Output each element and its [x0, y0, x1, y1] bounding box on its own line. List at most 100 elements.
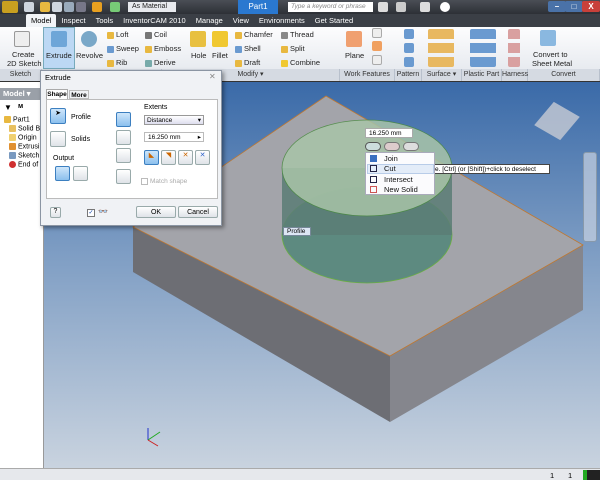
- tab-inventorcam[interactable]: InventorCAM 2010: [118, 14, 191, 27]
- tree-item-solid-bodies[interactable]: Solid B: [9, 125, 40, 132]
- emboss-button[interactable]: Emboss: [145, 44, 181, 53]
- intersect-button[interactable]: [116, 148, 131, 163]
- ok-button[interactable]: OK: [136, 206, 176, 218]
- tools-icon[interactable]: [396, 2, 406, 12]
- thread-button[interactable]: Thread: [281, 30, 314, 39]
- redo-icon[interactable]: [76, 2, 86, 12]
- restore-button[interactable]: □: [565, 1, 583, 12]
- shell-button[interactable]: Shell: [235, 44, 261, 53]
- harness-icons[interactable]: [508, 29, 520, 67]
- direction-dropdown[interactable]: [384, 142, 400, 151]
- tab-inspect[interactable]: Inspect: [56, 14, 90, 27]
- menu-item-new-solid[interactable]: New Solid: [384, 185, 418, 194]
- cancel-button[interactable]: Cancel: [178, 206, 218, 218]
- tab-view[interactable]: View: [228, 14, 254, 27]
- surface-icons[interactable]: [428, 29, 454, 67]
- binoculars-icon[interactable]: [378, 2, 388, 12]
- match-shape-checkbox[interactable]: [141, 178, 148, 185]
- filter-icon[interactable]: ▼: [4, 103, 12, 112]
- sweep-button[interactable]: Sweep: [107, 44, 139, 53]
- distance-field[interactable]: 16.250 mm ▸: [144, 132, 204, 142]
- tree-item-extrusion[interactable]: Extrusi: [9, 143, 39, 150]
- create-2d-sketch-label-2[interactable]: 2D Sketch: [7, 59, 42, 68]
- app-menu-button[interactable]: [2, 1, 18, 13]
- save-icon[interactable]: [52, 2, 62, 12]
- extents-dropdown[interactable]: [403, 142, 419, 151]
- ucs-icon[interactable]: [372, 55, 382, 65]
- revolve-icon[interactable]: [81, 31, 97, 47]
- panel-surface[interactable]: Surface ▾: [422, 69, 462, 81]
- fillet-label[interactable]: Fillet: [212, 51, 228, 60]
- convert-sheet-metal-icon[interactable]: [540, 30, 556, 46]
- loft-button[interactable]: Loft: [107, 30, 129, 39]
- split-button[interactable]: Split: [281, 44, 305, 53]
- close-button[interactable]: X: [582, 1, 600, 12]
- new-solid-button[interactable]: [116, 169, 131, 184]
- plane-icon[interactable]: [346, 31, 362, 47]
- asymmetric-button[interactable]: ✕: [195, 150, 210, 165]
- hole-icon[interactable]: [190, 31, 206, 47]
- preview-checkbox[interactable]: ✓: [87, 209, 95, 217]
- open-icon[interactable]: [40, 2, 50, 12]
- plastic-part-icons[interactable]: [470, 29, 496, 67]
- dialog-close-icon[interactable]: ✕: [209, 72, 216, 81]
- extents-type-select[interactable]: Distance ▾: [144, 115, 204, 125]
- sketch-icon[interactable]: [14, 31, 30, 47]
- combine-button[interactable]: Combine: [281, 58, 320, 67]
- menu-item-join[interactable]: Join: [384, 154, 398, 163]
- output-surface-button[interactable]: [73, 166, 88, 181]
- fillet-icon[interactable]: [212, 31, 228, 47]
- minimize-button[interactable]: –: [548, 1, 566, 12]
- convert-label-1[interactable]: Convert to: [533, 50, 568, 59]
- tab-more[interactable]: More: [69, 90, 89, 99]
- tree-item-end-of-part[interactable]: End of: [9, 161, 38, 168]
- direction-2-button[interactable]: ◥: [161, 150, 176, 165]
- convert-label-2[interactable]: Sheet Metal: [532, 59, 572, 68]
- solids-button[interactable]: [50, 131, 66, 147]
- material-select[interactable]: As Material: [128, 2, 176, 12]
- chamfer-button[interactable]: Chamfer: [235, 30, 273, 39]
- point-icon[interactable]: [372, 41, 382, 51]
- tab-tools[interactable]: Tools: [91, 14, 119, 27]
- tab-manage[interactable]: Manage: [191, 14, 228, 27]
- help-icon[interactable]: [440, 2, 450, 12]
- update-icon[interactable]: [92, 2, 102, 12]
- search-input[interactable]: Type a keyword or phrase: [288, 2, 373, 12]
- rectangular-pattern-icon[interactable]: [404, 29, 414, 39]
- profile-button[interactable]: ➤: [50, 108, 66, 124]
- select-icon[interactable]: [110, 2, 120, 12]
- tab-model[interactable]: Model: [26, 14, 57, 27]
- help-button[interactable]: ?: [50, 207, 61, 218]
- undo-icon[interactable]: [64, 2, 74, 12]
- direction-1-button[interactable]: ◣: [144, 150, 159, 165]
- find-icon[interactable]: ᴍ: [18, 103, 23, 110]
- tree-item-sketch[interactable]: Sketch: [9, 152, 39, 159]
- tree-item-origin[interactable]: Origin: [9, 134, 37, 141]
- menu-item-intersect[interactable]: Intersect: [384, 175, 413, 184]
- derive-button[interactable]: Derive: [145, 58, 176, 67]
- tree-item-part1[interactable]: Part1: [4, 116, 30, 123]
- cut-button[interactable]: [116, 130, 131, 145]
- plane-label[interactable]: Plane: [345, 51, 364, 60]
- tab-shape[interactable]: Shape: [46, 89, 68, 99]
- draft-button[interactable]: Draft: [235, 58, 260, 67]
- distance-input[interactable]: 16.250 mm: [365, 128, 413, 138]
- circular-pattern-icon[interactable]: [404, 43, 414, 53]
- star-icon[interactable]: [420, 2, 430, 12]
- revolve-label[interactable]: Revolve: [76, 51, 103, 60]
- axis-icon[interactable]: [372, 28, 382, 38]
- mirror-icon[interactable]: [404, 57, 414, 67]
- create-2d-sketch-label[interactable]: Create: [12, 50, 35, 59]
- operation-dropdown[interactable]: [365, 142, 381, 151]
- tab-environments[interactable]: Environments: [254, 14, 310, 27]
- new-icon[interactable]: [24, 2, 34, 12]
- coil-button[interactable]: Coil: [145, 30, 167, 39]
- join-button[interactable]: [116, 112, 131, 127]
- browser-header[interactable]: Model ▾: [0, 88, 42, 100]
- navigation-bar[interactable]: [583, 152, 597, 242]
- tab-get-started[interactable]: Get Started: [310, 14, 358, 27]
- menu-item-cut[interactable]: Cut: [384, 164, 396, 173]
- symmetric-button[interactable]: ✕: [178, 150, 193, 165]
- rib-button[interactable]: Rib: [107, 58, 127, 67]
- hole-label[interactable]: Hole: [191, 51, 206, 60]
